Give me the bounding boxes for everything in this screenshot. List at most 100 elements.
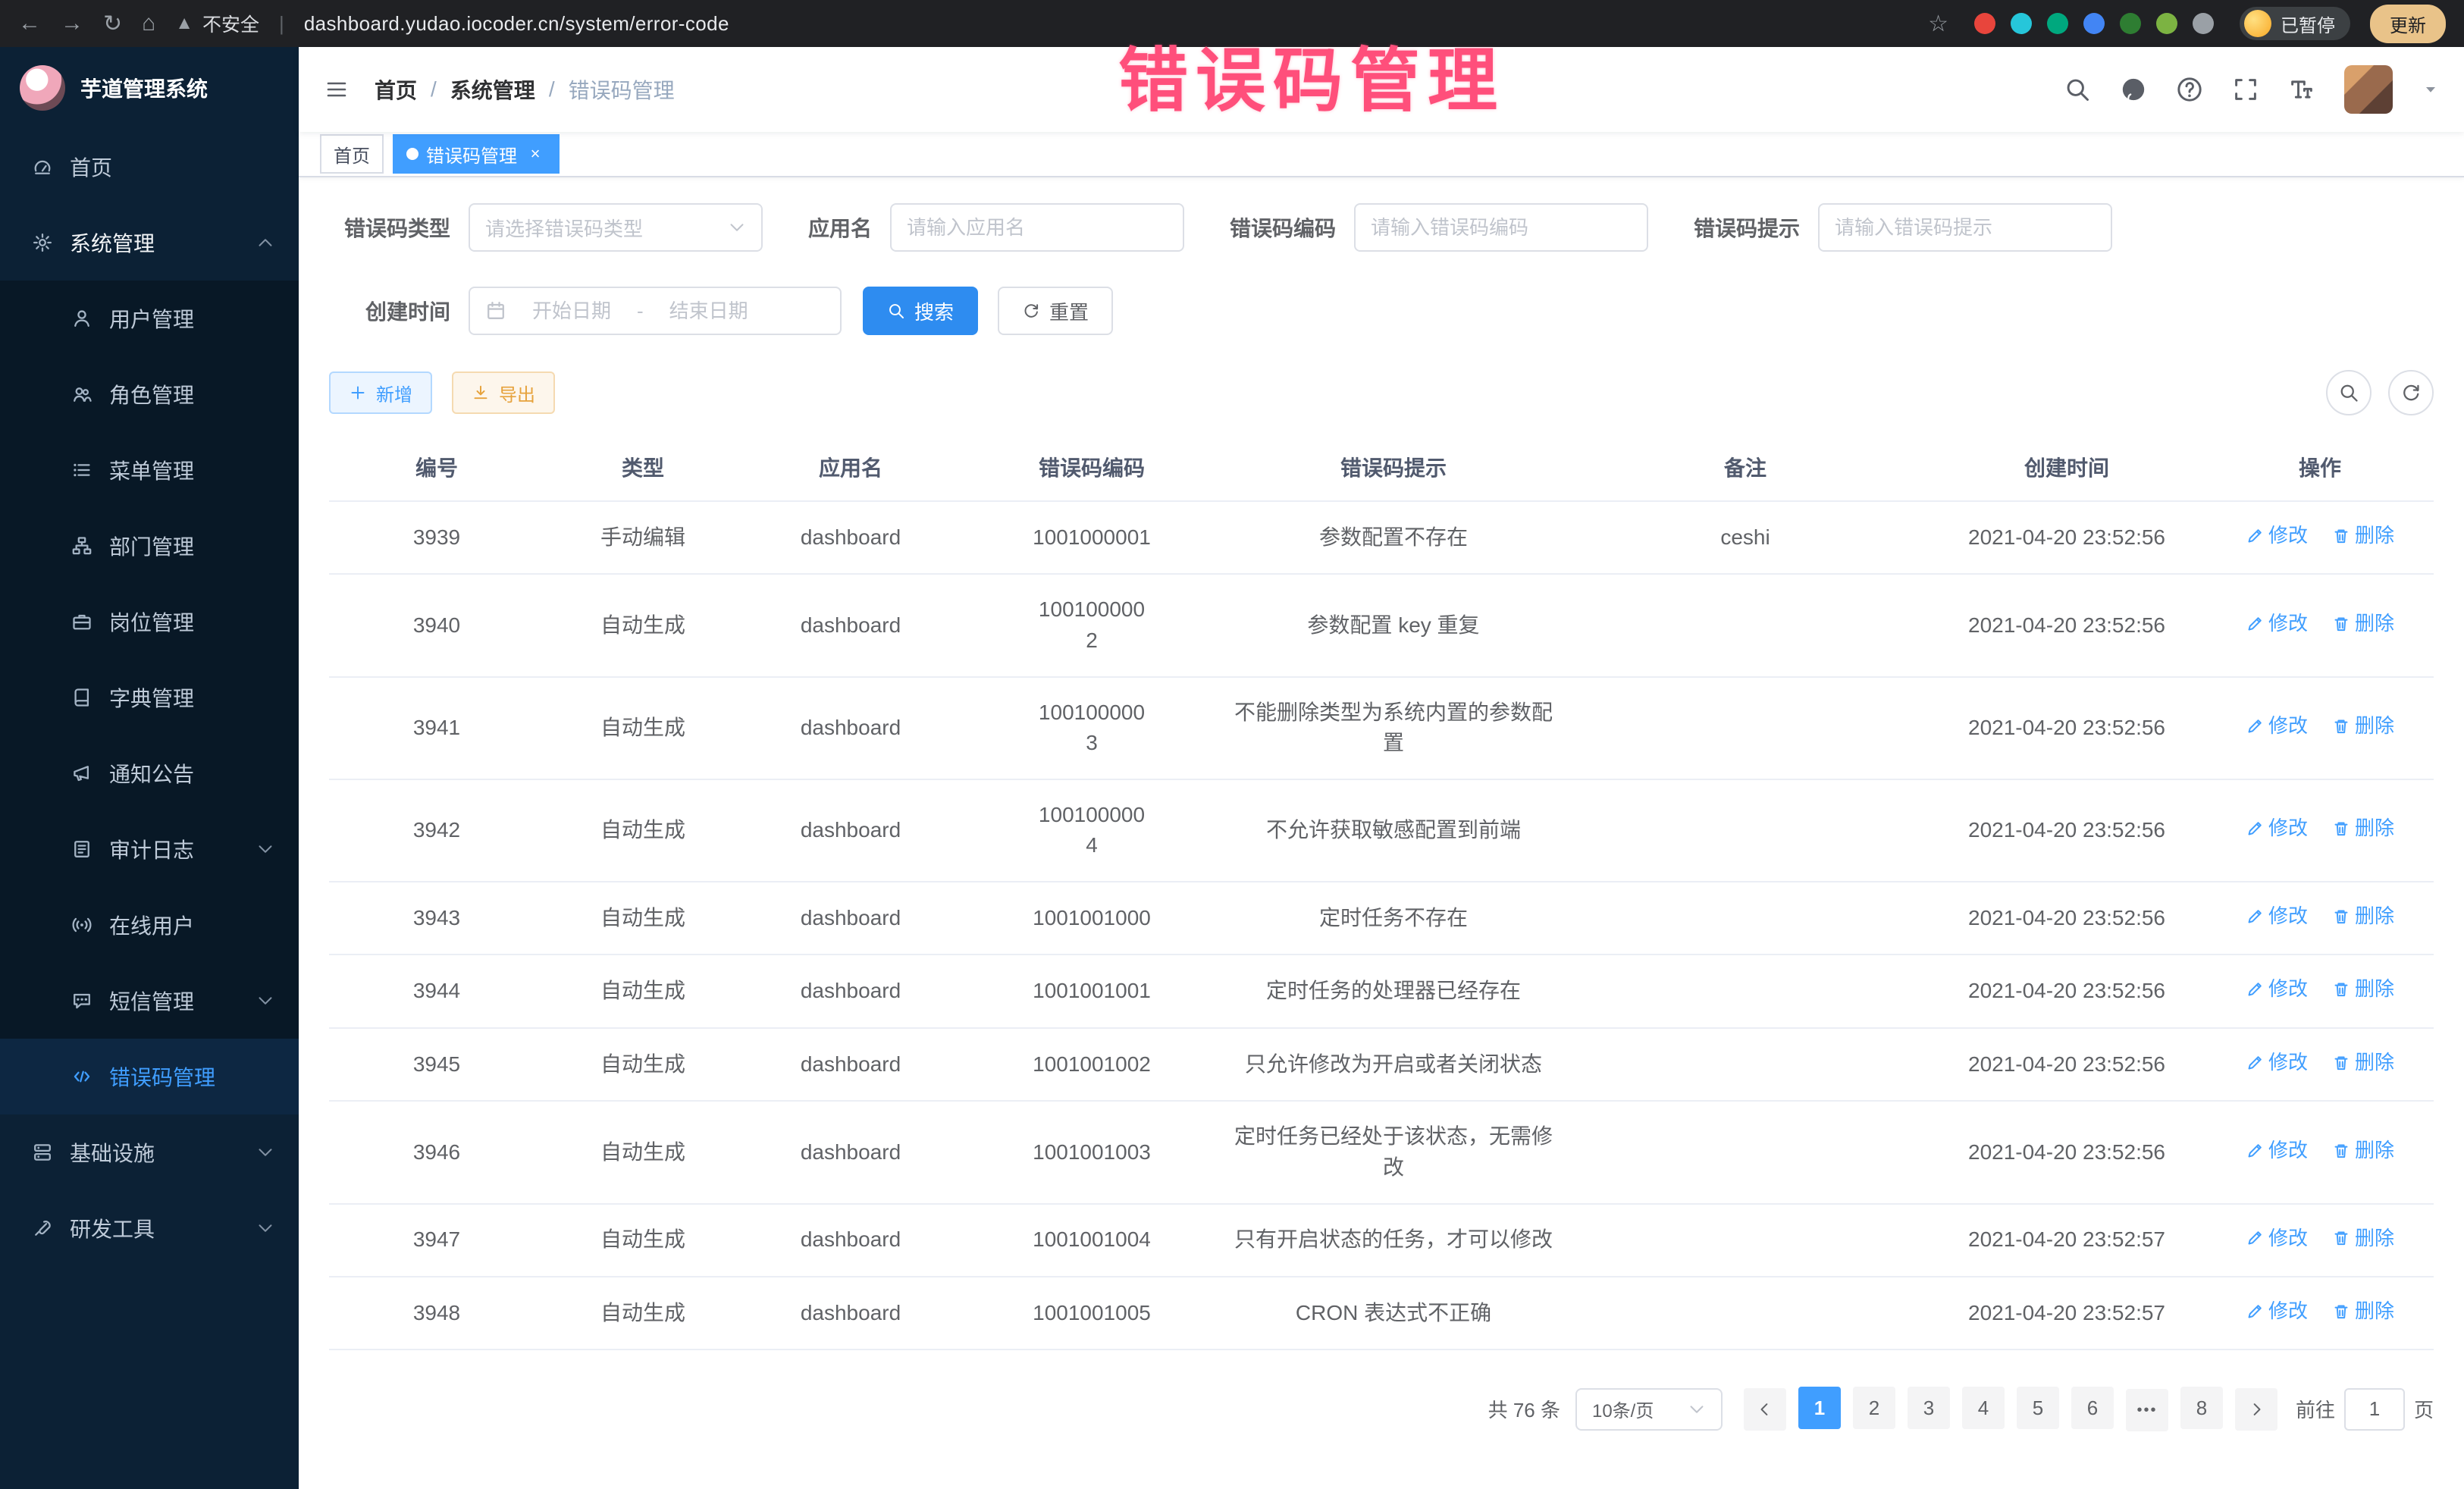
delete-button[interactable]: 删除 <box>2332 1297 2394 1326</box>
sidebar-item-errorcode[interactable]: 错误码管理 <box>0 1039 299 1114</box>
edit-button[interactable]: 修改 <box>2246 1224 2308 1253</box>
page-button-2[interactable]: 2 <box>1853 1387 1895 1429</box>
error-code-input[interactable] <box>1371 216 1632 240</box>
app-name-input[interactable] <box>907 216 1168 240</box>
page-button-4[interactable]: 4 <box>1962 1387 2005 1429</box>
sidebar-item-infra[interactable]: 基础设施 <box>0 1114 299 1190</box>
sidebar-item-role[interactable]: 角色管理 <box>0 356 299 432</box>
sidebar-item-sms[interactable]: 短信管理 <box>0 963 299 1039</box>
breadcrumb-item-0[interactable]: 首页 <box>375 74 417 105</box>
close-icon[interactable]: × <box>525 143 546 165</box>
sidebar-item-menu[interactable]: 菜单管理 <box>0 432 299 508</box>
sidebar-item-online[interactable]: 在线用户 <box>0 887 299 963</box>
delete-button[interactable]: 删除 <box>2332 1224 2394 1253</box>
delete-button[interactable]: 删除 <box>2332 1049 2394 1077</box>
toggle-search-button[interactable] <box>2326 370 2372 415</box>
extension-icon-7[interactable] <box>2193 13 2214 34</box>
edit-button[interactable]: 修改 <box>2246 1297 2308 1326</box>
edit-button[interactable]: 修改 <box>2246 712 2308 741</box>
edit-button[interactable]: 修改 <box>2246 1049 2308 1077</box>
error-type-select[interactable]: 请选择错误码类型 <box>469 203 763 252</box>
cell-actions: 修改删除 <box>2206 1028 2434 1101</box>
edit-button[interactable]: 修改 <box>2246 1136 2308 1165</box>
fullscreen-icon[interactable] <box>2232 76 2259 103</box>
sidebar-item-home[interactable]: 首页 <box>0 129 299 205</box>
export-button[interactable]: 导出 <box>452 371 555 414</box>
sidebar-item-post[interactable]: 岗位管理 <box>0 584 299 660</box>
caret-down-icon[interactable] <box>2422 80 2440 99</box>
help-icon[interactable] <box>2176 76 2203 103</box>
prev-page-button[interactable] <box>1744 1388 1786 1431</box>
page-button-3[interactable]: 3 <box>1908 1387 1950 1429</box>
sidebar-item-notice[interactable]: 通知公告 <box>0 735 299 811</box>
breadcrumb-separator: / <box>431 77 437 102</box>
user-avatar[interactable] <box>2344 65 2393 114</box>
edit-button[interactable]: 修改 <box>2246 522 2308 550</box>
extension-icon-3[interactable] <box>2047 13 2068 34</box>
github-icon[interactable] <box>2120 76 2147 103</box>
sidebar-item-devtools[interactable]: 研发工具 <box>0 1190 299 1266</box>
delete-button[interactable]: 删除 <box>2332 1136 2394 1165</box>
arrow-left-icon <box>1756 1400 1774 1418</box>
error-hint-input[interactable] <box>1835 216 2096 240</box>
tab-home[interactable]: 首页 <box>320 134 384 174</box>
extension-icon-4[interactable] <box>2083 13 2105 34</box>
delete-button[interactable]: 删除 <box>2332 522 2394 550</box>
cell-hint: 不能删除类型为系统内置的参数配置 <box>1224 677 1563 779</box>
search-icon[interactable] <box>2064 76 2091 103</box>
delete-button[interactable]: 删除 <box>2332 814 2394 843</box>
edit-button[interactable]: 修改 <box>2246 610 2308 638</box>
page-button-8[interactable]: 8 <box>2180 1387 2223 1429</box>
browser-update-button[interactable]: 更新 <box>2370 5 2446 43</box>
date-range-picker[interactable]: - <box>469 287 842 335</box>
page-button-6[interactable]: 6 <box>2071 1387 2114 1429</box>
bookmark-star-icon[interactable]: ☆ <box>1928 11 1948 37</box>
sidebar-item-dept[interactable]: 部门管理 <box>0 508 299 584</box>
add-button[interactable]: 新增 <box>329 371 432 414</box>
cell-type: 自动生成 <box>544 574 741 676</box>
page-button-5[interactable]: 5 <box>2017 1387 2059 1429</box>
breadcrumb-item-1[interactable]: 系统管理 <box>450 74 535 105</box>
edit-button[interactable]: 修改 <box>2246 814 2308 843</box>
end-date-input[interactable] <box>653 299 765 323</box>
start-date-input[interactable] <box>516 299 628 323</box>
logo[interactable]: 芋道管理系统 <box>0 47 299 129</box>
delete-button[interactable]: 删除 <box>2332 712 2394 741</box>
hamburger-icon[interactable] <box>299 77 375 102</box>
extension-icon-2[interactable] <box>2011 13 2032 34</box>
goto-page-input[interactable] <box>2344 1388 2405 1431</box>
extension-icon-5[interactable] <box>2120 13 2141 34</box>
security-indicator[interactable]: ▲ 不安全 <box>175 10 259 37</box>
extension-icon-1[interactable] <box>1974 13 1995 34</box>
more-pages-button[interactable]: ••• <box>2126 1389 2168 1431</box>
reload-icon[interactable]: ↻ <box>103 11 122 37</box>
page-size-select[interactable]: 10条/页 <box>1575 1388 1723 1431</box>
sidebar-item-audit[interactable]: 审计日志 <box>0 811 299 887</box>
delete-button[interactable]: 删除 <box>2332 610 2394 638</box>
cell-actions: 修改删除 <box>2206 882 2434 955</box>
sidebar-item-system[interactable]: 系统管理 <box>0 205 299 281</box>
home-icon[interactable]: ⌂ <box>142 11 155 36</box>
cell-id: 3946 <box>329 1101 544 1203</box>
font-size-icon[interactable] <box>2288 76 2315 103</box>
extension-icon-6[interactable] <box>2156 13 2177 34</box>
cell-type: 自动生成 <box>544 1277 741 1350</box>
refresh-table-button[interactable] <box>2388 370 2434 415</box>
tab-errorcode[interactable]: 错误码管理× <box>393 134 560 174</box>
profile-chip[interactable]: 已暂停 <box>2240 7 2350 40</box>
edit-button[interactable]: 修改 <box>2246 975 2308 1004</box>
search-button[interactable]: 搜索 <box>863 287 978 335</box>
back-icon[interactable]: ← <box>18 11 41 36</box>
cell-code: 1001000003 <box>960 677 1224 779</box>
sidebar-item-user[interactable]: 用户管理 <box>0 281 299 356</box>
delete-button[interactable]: 删除 <box>2332 975 2394 1004</box>
message-icon <box>71 990 92 1011</box>
forward-icon[interactable]: → <box>61 11 83 36</box>
sidebar-item-dict[interactable]: 字典管理 <box>0 660 299 735</box>
next-page-button[interactable] <box>2235 1388 2277 1431</box>
edit-button[interactable]: 修改 <box>2246 902 2308 931</box>
delete-button[interactable]: 删除 <box>2332 902 2394 931</box>
page-button-1[interactable]: 1 <box>1798 1387 1841 1429</box>
reset-button[interactable]: 重置 <box>998 287 1113 335</box>
url-bar[interactable]: dashboard.yudao.iocoder.cn/system/error-… <box>304 12 729 36</box>
